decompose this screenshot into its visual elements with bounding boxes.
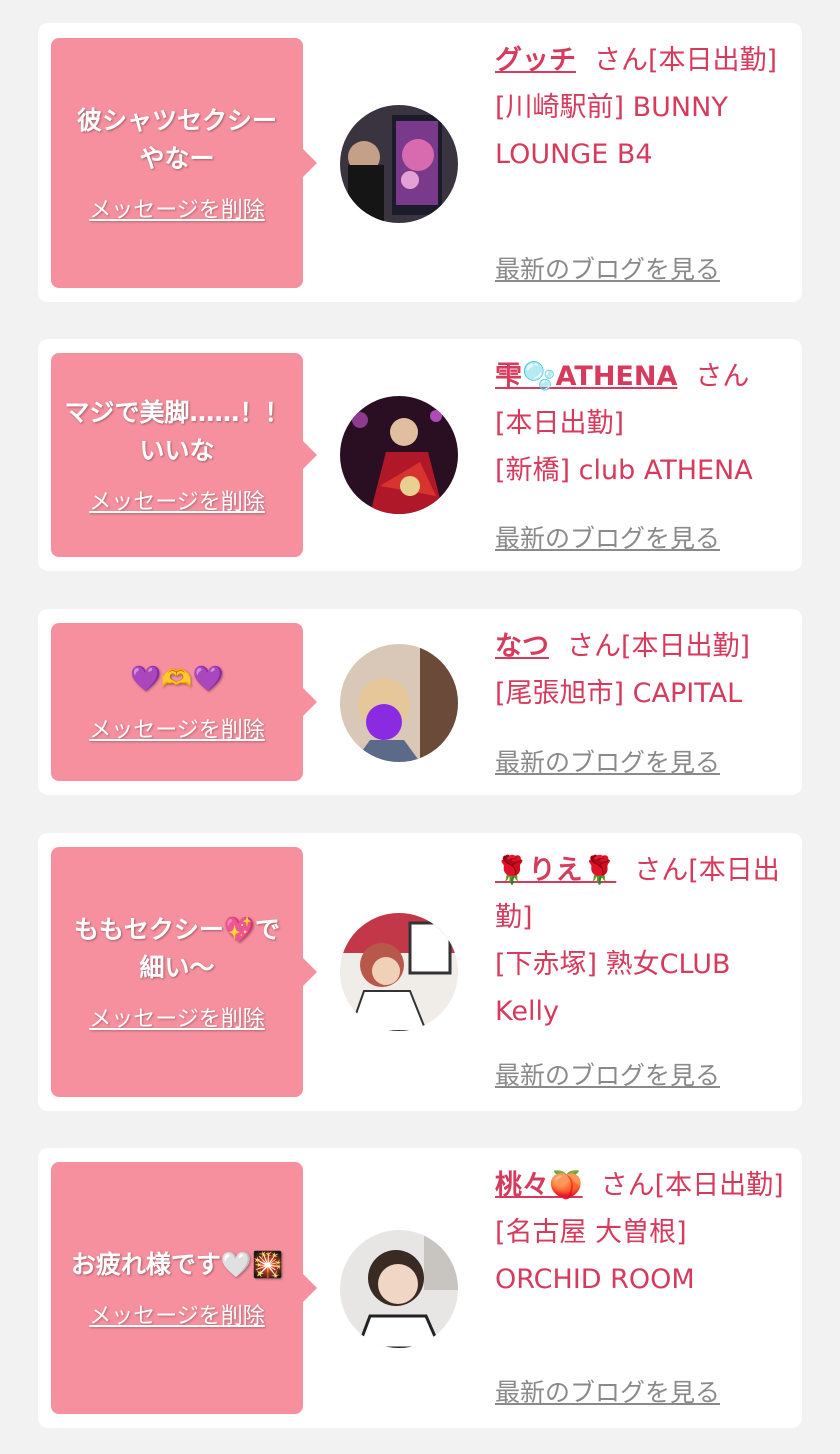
sender-status: さん[本日出勤] [567, 631, 751, 662]
sender-status: さん[本日出勤] [600, 1170, 784, 1201]
latest-blog-link[interactable]: 最新のブログを見る [495, 743, 720, 779]
message-bubble: 💜🫶💜 メッセージを削除 [51, 623, 317, 781]
list-item: お疲れ様です🤍🎇 メッセージを削除 桃々🍑 さん[本日出勤] [名古屋 大曽根] … [38, 1148, 802, 1428]
sender-info: なつ さん[本日出勤] [尾張旭市] CAPITAL [495, 623, 785, 717]
sender-info: グッチ さん[本日出勤] [川崎駅前] BUNNY LOUNGE B4 [495, 37, 785, 178]
sender-info: 桃々🍑 さん[本日出勤] [名古屋 大曽根] ORCHID ROOM [495, 1162, 785, 1303]
message-text: 💜🫶💜 [130, 664, 224, 693]
list-item: マジで美脚……！！いいな メッセージを削除 雫🫧ATHENA さん[本日出勤] [… [38, 339, 802, 571]
sender-name-link[interactable]: なつ [495, 631, 549, 662]
message-text: お疲れ様です🤍🎇 [70, 1250, 284, 1279]
delete-message-link[interactable]: メッセージを削除 [89, 1298, 265, 1330]
sender-status: さん[本日出勤] [594, 45, 778, 76]
shop-name: [尾張旭市] CAPITAL [495, 678, 743, 709]
message-bubble: マジで美脚……！！いいな メッセージを削除 [51, 353, 317, 557]
list-item: 💜🫶💜 メッセージを削除 なつ さん[本日出勤] [尾張旭市] CAPITAL 最… [38, 609, 802, 795]
delete-message-link[interactable]: メッセージを削除 [89, 712, 265, 744]
avatar[interactable] [340, 913, 458, 1031]
shop-name: [名古屋 大曽根] ORCHID ROOM [495, 1217, 695, 1295]
delete-message-link[interactable]: メッセージを削除 [89, 192, 265, 224]
avatar[interactable] [340, 105, 458, 223]
sender-name-link[interactable]: 雫🫧ATHENA [495, 361, 677, 392]
list-item: 彼シャツセクシーやなー メッセージを削除 グッチ さん[本日出勤] [川崎駅前] … [38, 23, 802, 302]
latest-blog-link[interactable]: 最新のブログを見る [495, 1373, 720, 1409]
delete-message-link[interactable]: メッセージを削除 [89, 1001, 265, 1033]
latest-blog-link[interactable]: 最新のブログを見る [495, 1056, 720, 1092]
sender-info: 🌹りえ🌹 さん[本日出勤] [下赤塚] 熟女CLUB Kelly [495, 847, 785, 1035]
latest-blog-link[interactable]: 最新のブログを見る [495, 250, 720, 286]
sender-info: 雫🫧ATHENA さん[本日出勤] [新橋] club ATHENA [495, 353, 785, 494]
delete-message-link[interactable]: メッセージを削除 [89, 484, 265, 516]
avatar[interactable] [340, 396, 458, 514]
sender-name-link[interactable]: 桃々🍑 [495, 1170, 583, 1201]
message-bubble: ももセクシー💖で細い〜 メッセージを削除 [51, 847, 317, 1097]
list-item: ももセクシー💖で細い〜 メッセージを削除 🌹りえ🌹 さん[本日出勤] [下赤塚] … [38, 833, 802, 1111]
sender-name-link[interactable]: 🌹りえ🌹 [495, 855, 616, 886]
latest-blog-link[interactable]: 最新のブログを見る [495, 519, 720, 555]
sender-name-link[interactable]: グッチ [495, 45, 576, 76]
avatar[interactable] [340, 1230, 458, 1348]
message-text: 彼シャツセクシーやなー [76, 106, 277, 173]
message-list: 彼シャツセクシーやなー メッセージを削除 グッチ さん[本日出勤] [川崎駅前] … [0, 0, 840, 1454]
shop-name: [新橋] club ATHENA [495, 455, 753, 486]
shop-name: [川崎駅前] BUNNY LOUNGE B4 [495, 92, 728, 170]
shop-name: [下赤塚] 熟女CLUB Kelly [495, 949, 731, 1027]
avatar[interactable] [340, 644, 458, 762]
message-bubble: お疲れ様です🤍🎇 メッセージを削除 [51, 1162, 317, 1414]
message-text: マジで美脚……！！いいな [64, 398, 290, 465]
message-bubble: 彼シャツセクシーやなー メッセージを削除 [51, 38, 317, 288]
message-text: ももセクシー💖で細い〜 [73, 915, 281, 982]
